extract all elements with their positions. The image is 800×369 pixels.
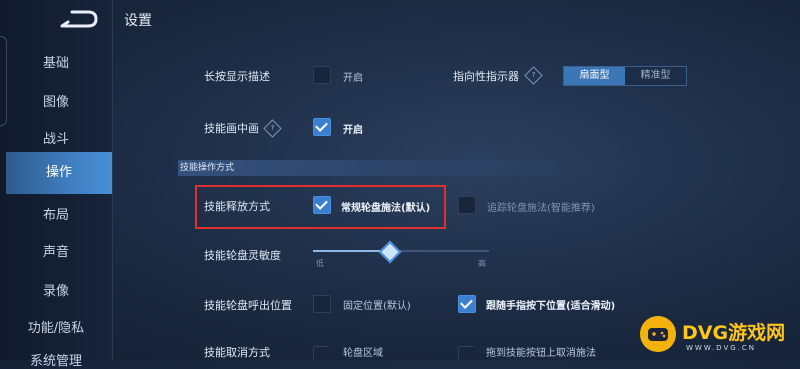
help-icon[interactable]: ? <box>263 119 282 138</box>
sidebar-item-sound[interactable]: 声音 <box>0 241 112 260</box>
sidebar-item-basic[interactable]: 基础 <box>0 52 112 71</box>
sidebar: 基础 图像 战斗 操作 布局 声音 录像 功能/隐私 系统管理 <box>0 0 113 369</box>
segment-fan[interactable]: 扇面型 <box>564 67 625 85</box>
release-mode-option1-label: 常规轮盘施法(默认) <box>341 203 431 214</box>
sidebar-item-layout[interactable]: 布局 <box>0 204 112 223</box>
sidebar-item-controls[interactable]: 操作 <box>6 152 112 194</box>
long-press-label: 长按显示描述 <box>204 70 270 83</box>
direction-indicator-label: 指向性指示器 <box>453 70 519 83</box>
partial-row-option2: 拖到技能按钮上取消施法 <box>486 348 596 359</box>
sidebar-item-battle[interactable]: 战斗 <box>0 128 112 147</box>
watermark-url: WWW.DVG.CN <box>686 344 757 352</box>
partial-row-checkbox2[interactable] <box>458 344 474 360</box>
page-title: 设置 <box>124 13 152 29</box>
sensitivity-slider-thumb[interactable] <box>378 240 402 264</box>
release-mode-option2-checkbox[interactable] <box>458 196 476 214</box>
sidebar-item-graphics[interactable]: 图像 <box>0 91 112 110</box>
help-icon[interactable]: ? <box>524 66 543 85</box>
gamepad-logo-icon <box>640 316 676 352</box>
skill-pip-option: 开启 <box>343 125 363 136</box>
partial-row-option1: 轮盘区域 <box>343 348 383 359</box>
back-arrow-icon[interactable] <box>58 8 102 30</box>
edge-bracket <box>0 36 7 126</box>
wheel-position-option2-label: 跟随手指按下位置(适合滑动) <box>486 301 616 312</box>
segment-precise[interactable]: 精准型 <box>625 67 686 85</box>
section-header: 技能操作方式 <box>178 160 600 176</box>
wheel-position-option2-checkbox[interactable] <box>458 295 476 313</box>
skill-pip-label: 技能画中画 <box>204 122 259 135</box>
long-press-checkbox[interactable] <box>313 66 331 84</box>
wheel-position-option1-checkbox[interactable] <box>313 295 331 313</box>
sidebar-item-privacy[interactable]: 功能/隐私 <box>0 317 112 336</box>
watermark: DVG游戏网 WWW.DVG.CN <box>640 312 800 360</box>
release-mode-option1-checkbox[interactable] <box>313 196 331 214</box>
watermark-brand: DVG游戏网 <box>682 322 786 344</box>
release-mode-label: 技能释放方式 <box>204 200 270 213</box>
wheel-position-option1-label: 固定位置(默认) <box>343 301 411 312</box>
sensitivity-high-label: 高 <box>478 259 486 268</box>
long-press-option: 开启 <box>343 73 363 84</box>
wheel-position-label: 技能轮盘呼出位置 <box>204 299 292 312</box>
sensitivity-label: 技能轮盘灵敏度 <box>204 249 281 262</box>
release-mode-option2-label: 追踪轮盘施法(智能推荐) <box>487 203 595 214</box>
sensitivity-low-label: 低 <box>316 259 324 268</box>
skill-pip-checkbox[interactable] <box>313 118 331 136</box>
partial-row-label: 技能取消方式 <box>204 346 270 359</box>
sidebar-item-replay[interactable]: 录像 <box>0 280 112 299</box>
partial-row-checkbox1[interactable] <box>313 344 329 360</box>
direction-indicator-segmented: 扇面型 精准型 <box>563 66 687 86</box>
